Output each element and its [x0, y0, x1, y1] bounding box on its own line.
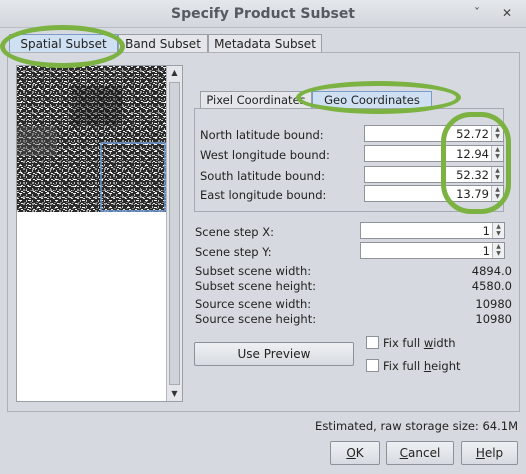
- tab-band-subset[interactable]: Band Subset: [118, 34, 208, 54]
- scene-image: [17, 66, 166, 212]
- tab-geo-coordinates[interactable]: Geo Coordinates: [312, 91, 432, 109]
- label-text: K: [355, 446, 364, 460]
- source-width-label: Source scene width:: [195, 297, 312, 311]
- label-text: Fix full: [383, 359, 424, 373]
- chevron-down-icon[interactable]: ˇ: [474, 6, 480, 20]
- source-height-label: Source scene height:: [195, 312, 317, 326]
- scroll-up-icon[interactable]: ▲: [167, 66, 182, 80]
- label-text: eight: [431, 359, 461, 373]
- east-longitude-value: 13.79: [456, 187, 489, 201]
- ok-button[interactable]: OK: [330, 441, 380, 465]
- tab-pixel-coordinates[interactable]: Pixel Coordinates: [200, 91, 312, 109]
- mnemonic-text: O: [346, 446, 356, 460]
- source-width-value: 10980: [475, 297, 512, 311]
- north-latitude-field[interactable]: 52.72 ▲ ▼: [364, 125, 504, 142]
- fix-full-height-checkbox[interactable]: [366, 359, 379, 372]
- west-longitude-field[interactable]: 12.94 ▲ ▼: [364, 145, 504, 162]
- label-text: idth: [433, 336, 456, 350]
- tab-metadata-subset[interactable]: Metadata Subset: [208, 34, 322, 54]
- fix-full-width-label: Fix full width: [383, 336, 456, 350]
- storage-size-label: Estimated, raw storage size: 64.1M: [315, 419, 518, 433]
- west-longitude-value: 12.94: [456, 147, 489, 161]
- title-bar: Specify Product Subset ˇ ✕: [0, 0, 526, 28]
- tab-label: Band Subset: [125, 37, 201, 51]
- label-text: Fix full: [383, 336, 424, 350]
- preview-scrollbar[interactable]: ▲ ▼: [166, 66, 182, 401]
- spinner-arrows-icon[interactable]: ▲ ▼: [491, 167, 503, 182]
- subset-width-label: Subset scene width:: [195, 264, 312, 278]
- mnemonic-text: H: [475, 446, 485, 460]
- scene-step-x-label: Scene step X:: [195, 225, 275, 239]
- source-height-value: 10980: [475, 312, 512, 326]
- spinner-arrows-icon[interactable]: ▲ ▼: [491, 146, 503, 161]
- tab-label: Spatial Subset: [20, 37, 107, 51]
- north-latitude-value: 52.72: [456, 127, 489, 141]
- mnemonic-text: C: [399, 446, 409, 460]
- tab-label: Metadata Subset: [214, 37, 316, 51]
- south-latitude-label: South latitude bound:: [200, 169, 325, 183]
- close-icon[interactable]: ✕: [502, 6, 512, 20]
- tab-spatial-subset[interactable]: Spatial Subset: [9, 34, 118, 54]
- tab-label: Pixel Coordinates: [206, 93, 306, 107]
- east-longitude-label: East longitude bound:: [200, 188, 327, 202]
- scene-step-x-field[interactable]: 1 ▲ ▼: [360, 222, 505, 239]
- label-text: elp: [484, 446, 504, 460]
- spinner-arrows-icon[interactable]: ▲ ▼: [491, 126, 503, 141]
- west-longitude-label: West longitude bound:: [200, 148, 330, 162]
- scene-step-x-value: 1: [482, 224, 490, 238]
- label-text: ancel: [408, 446, 441, 460]
- scroll-down-icon[interactable]: ▼: [167, 387, 182, 401]
- north-latitude-label: North latitude bound:: [200, 128, 324, 142]
- south-latitude-field[interactable]: 52.32 ▲ ▼: [364, 166, 504, 183]
- spinner-arrows-icon[interactable]: ▲ ▼: [491, 186, 503, 201]
- window-title: Specify Product Subset: [170, 6, 356, 22]
- subset-height-value: 4580.0: [471, 279, 512, 293]
- scene-thumbnail[interactable]: [17, 66, 166, 212]
- fix-full-height-label: Fix full height: [383, 359, 461, 373]
- use-preview-button[interactable]: Use Preview: [194, 342, 354, 366]
- tab-label: Geo Coordinates: [324, 93, 420, 107]
- south-latitude-value: 52.32: [456, 168, 489, 182]
- fix-full-width-checkbox[interactable]: [366, 336, 379, 349]
- scene-step-y-label: Scene step Y:: [195, 245, 272, 259]
- spinner-arrows-icon[interactable]: ▲ ▼: [492, 243, 504, 258]
- help-button[interactable]: Help: [461, 441, 518, 465]
- east-longitude-field[interactable]: 13.79 ▲ ▼: [364, 185, 504, 202]
- scene-step-y-value: 1: [482, 244, 490, 258]
- scrollbar-thumb[interactable]: [169, 82, 180, 385]
- spinner-arrows-icon[interactable]: ▲ ▼: [492, 223, 504, 238]
- subset-width-value: 4894.0: [471, 264, 512, 278]
- mnemonic-text: w: [423, 336, 434, 350]
- scene-step-y-field[interactable]: 1 ▲ ▼: [360, 242, 505, 259]
- cancel-button[interactable]: Cancel: [386, 441, 454, 465]
- subset-height-label: Subset scene height:: [195, 279, 317, 293]
